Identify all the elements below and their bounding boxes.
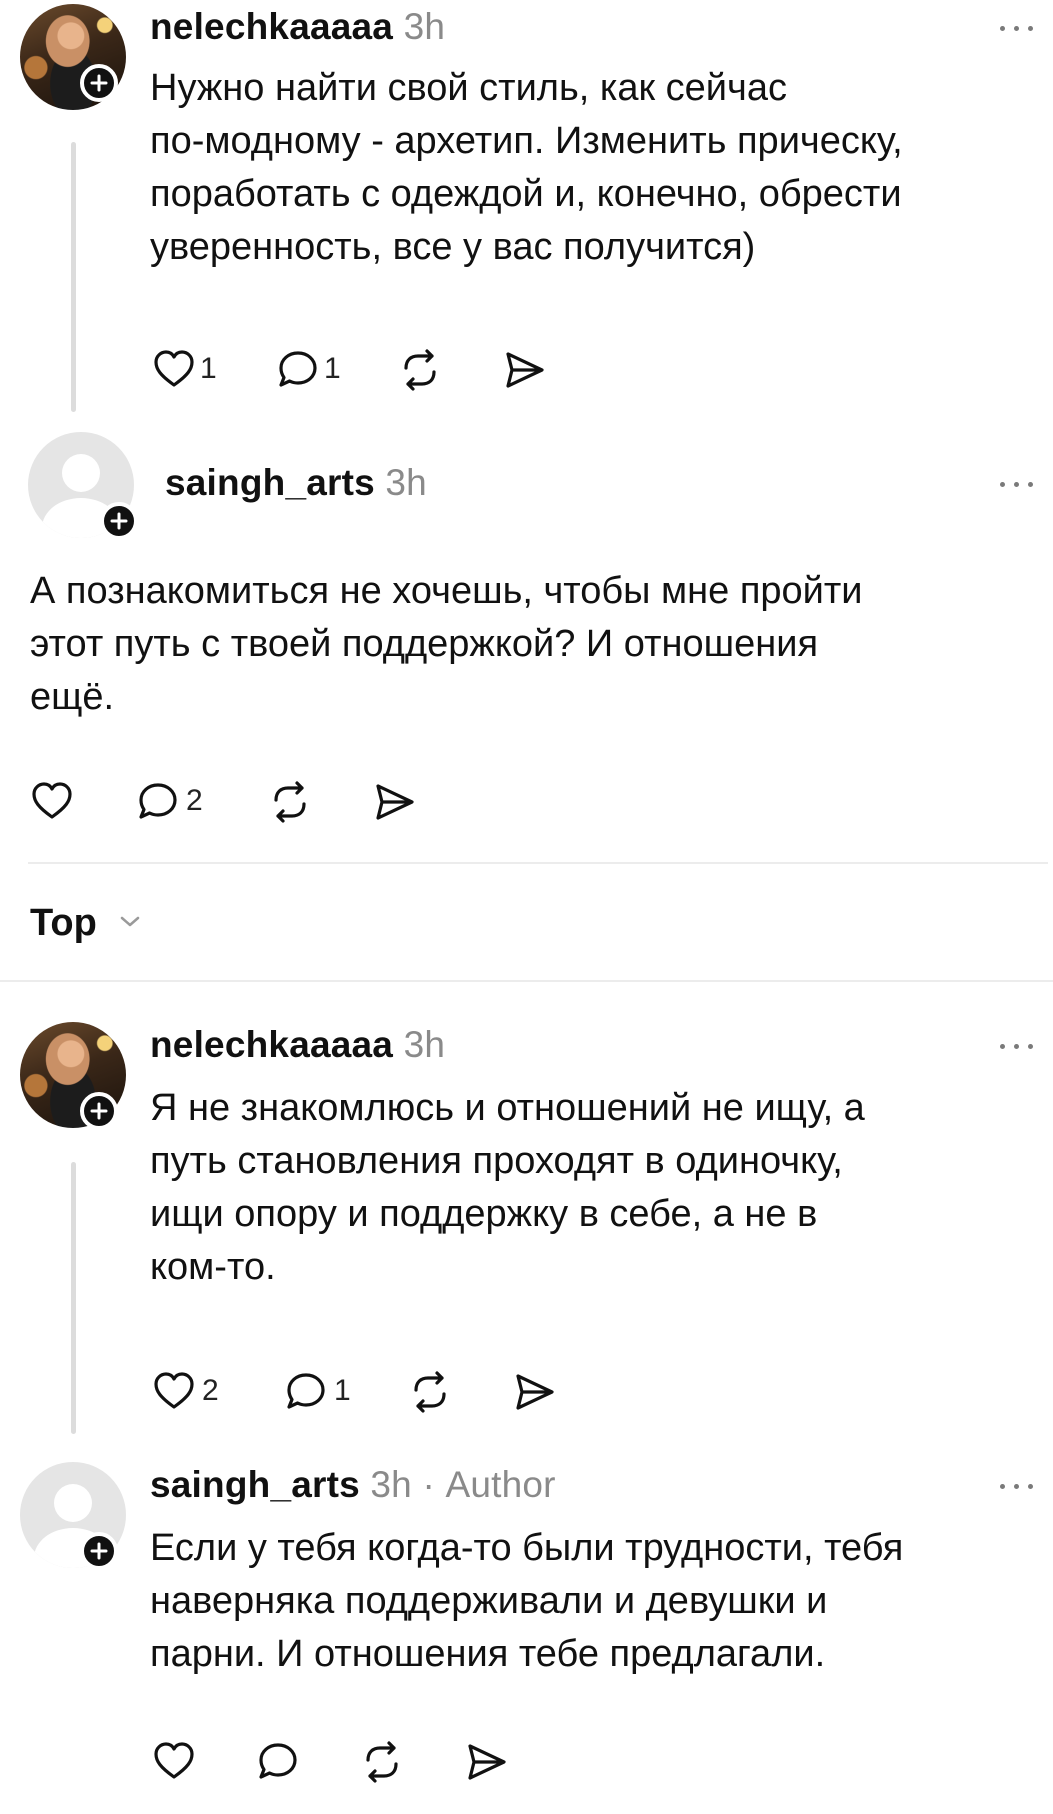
reply-count: 2 [186, 784, 203, 817]
chevron-down-icon [120, 916, 140, 927]
comment-icon[interactable] [136, 780, 180, 824]
comment-text: А познакомиться не хочешь, чтобы мне про… [30, 570, 863, 718]
username[interactable]: saingh_arts 3h · Author [150, 1464, 556, 1506]
thread-line [71, 1162, 76, 1434]
heart-icon[interactable] [152, 1740, 196, 1784]
username[interactable]: nelechkaaaaa 3h [150, 6, 445, 48]
like-count: 2 [202, 1374, 219, 1407]
like-count: 1 [200, 352, 217, 385]
timestamp: 3h [403, 1024, 446, 1065]
follow-plus-icon[interactable] [100, 502, 138, 540]
comment-text: Нужно найти свой стиль, как сейчас по-мо… [150, 67, 903, 268]
meta-separator: · [422, 1464, 435, 1505]
comment-icon[interactable] [276, 348, 320, 392]
repost-icon[interactable] [268, 780, 312, 824]
send-icon[interactable] [464, 1740, 508, 1784]
follow-plus-icon[interactable] [80, 1532, 118, 1570]
send-icon[interactable] [372, 780, 416, 824]
username[interactable]: nelechkaaaaa 3h [150, 1024, 445, 1066]
repost-icon[interactable] [408, 1370, 452, 1414]
sort-label: Top [30, 902, 97, 944]
heart-icon[interactable] [152, 348, 196, 392]
follow-plus-icon[interactable] [80, 1092, 118, 1130]
follow-plus-icon[interactable] [80, 64, 118, 102]
divider [0, 980, 1053, 982]
more-icon[interactable] [998, 18, 1038, 38]
divider [28, 862, 1048, 864]
more-icon[interactable] [998, 1476, 1038, 1496]
heart-icon[interactable] [152, 1370, 196, 1414]
comment-icon[interactable] [284, 1370, 328, 1414]
comment-text: Если у тебя когда-то были трудности, теб… [150, 1527, 904, 1675]
comment-text: Я не знакомлюсь и отношений не ищу, а пу… [150, 1087, 865, 1288]
reply-count: 1 [334, 1374, 351, 1407]
more-icon[interactable] [998, 1036, 1038, 1056]
timestamp: 3h [403, 6, 446, 47]
author-badge: Author [445, 1464, 556, 1505]
reply-count: 1 [324, 352, 341, 385]
timestamp: 3h [370, 1464, 412, 1505]
more-icon[interactable] [998, 474, 1038, 494]
repost-icon[interactable] [398, 348, 442, 392]
timestamp: 3h [385, 462, 427, 503]
thread-line [71, 142, 76, 412]
send-icon[interactable] [502, 348, 546, 392]
comment-icon[interactable] [256, 1740, 300, 1784]
username[interactable]: saingh_arts 3h [165, 462, 427, 504]
send-icon[interactable] [512, 1370, 556, 1414]
repost-icon[interactable] [360, 1740, 404, 1784]
heart-icon[interactable] [30, 780, 74, 824]
